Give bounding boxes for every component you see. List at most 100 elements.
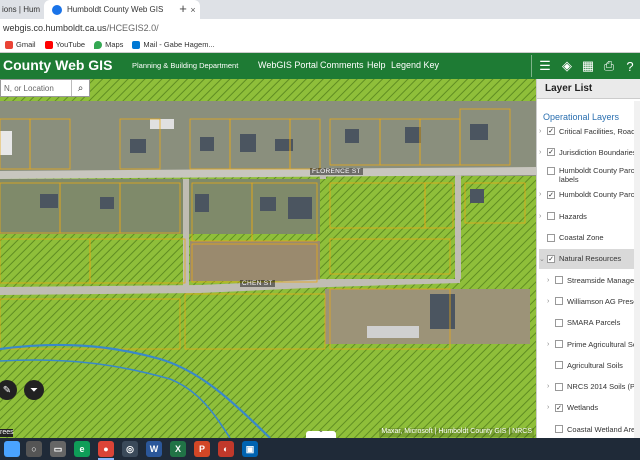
layer-item[interactable]: › ✓ Wetlands (547, 398, 640, 418)
layer-checkbox[interactable] (555, 318, 563, 327)
layer-checkbox[interactable] (555, 297, 563, 306)
nav-help[interactable]: Help (367, 60, 386, 70)
chevron-right-icon[interactable]: › (539, 191, 547, 198)
layer-checkbox[interactable] (555, 382, 563, 391)
excel-icon[interactable]: X (170, 441, 186, 457)
panel-scrollbar[interactable] (634, 101, 640, 438)
bookmark-label: Maps (105, 40, 124, 49)
chevron-right-icon[interactable]: › (539, 213, 547, 220)
start-icon[interactable] (4, 441, 20, 457)
layer-label: Hazards (559, 211, 587, 221)
layer-checkbox[interactable] (547, 212, 555, 221)
layer-label: Jurisdiction Boundaries & (559, 147, 640, 157)
url-host: webgis.co.humboldt.ca.us (3, 23, 107, 33)
youtube-icon (44, 40, 53, 49)
nav-webgis-portal[interactable]: WebGIS Portal (258, 60, 318, 70)
layer-item[interactable]: Humboldt County Parcel labels (539, 164, 640, 184)
chevron-right-icon[interactable]: › (547, 383, 555, 390)
white-roof-building (367, 326, 419, 338)
layer-label: NRCS 2014 Soils (Prop (567, 382, 640, 392)
filter-icon[interactable]: ⏷ (24, 380, 44, 400)
maps-icon (94, 40, 103, 49)
layer-item[interactable]: › Williamson AG Preserv (547, 291, 640, 311)
edge-icon[interactable]: e (74, 441, 90, 457)
windows-taskbar: ○ ▭ e ● ◎ W X P ◐ ▣ (0, 438, 640, 460)
bookmark-maps[interactable]: Maps (94, 40, 123, 49)
nav-legend-key[interactable]: Legend Key (391, 60, 439, 70)
layer-checkbox[interactable]: ✓ (547, 148, 555, 157)
map-view[interactable]: ⌕ FLORENCE ST CHEN ST ✎ ⏷ rees ⌃ Maxar, … (0, 79, 536, 438)
legend-tab[interactable]: rees (0, 429, 14, 437)
layer-item[interactable]: › ✓ Critical Facilities, Roads a (539, 121, 640, 141)
address-bar[interactable]: webgis.co.humboldt.ca.us/HCEGIS2.0/ (0, 19, 640, 37)
layer-item[interactable]: Agricultural Soils (547, 355, 640, 375)
layer-checkbox[interactable]: ✓ (547, 127, 555, 135)
bookmark-youtube[interactable]: YouTube (44, 40, 85, 49)
chevron-right-icon[interactable]: › (547, 298, 555, 305)
cross-street-west (183, 179, 189, 289)
search-input[interactable] (1, 80, 71, 96)
layer-item[interactable]: › ✓ Jurisdiction Boundaries & (539, 142, 640, 162)
layer-item[interactable]: › Prime Agricultural Soils (547, 334, 640, 354)
department-label: Planning & Building Department (132, 61, 239, 70)
layer-checkbox[interactable] (547, 166, 555, 175)
list-icon[interactable]: ☰ (535, 56, 555, 76)
url-path: /HCEGIS2.0/ (106, 23, 159, 33)
grid-icon[interactable]: ▦ (578, 56, 598, 76)
wetland-parcel-east (320, 179, 455, 279)
layer-item[interactable]: › Streamside Manageme (547, 270, 640, 290)
layer-label: Williamson AG Preserv (567, 296, 640, 306)
layer-item[interactable]: › Hazards (539, 206, 640, 226)
cross-street-far-east (455, 175, 461, 279)
layer-checkbox[interactable] (555, 276, 563, 285)
layer-checkbox[interactable] (555, 340, 563, 348)
bookmark-gmail[interactable]: Gmail (5, 40, 36, 49)
chevron-right-icon[interactable]: ⌄ (539, 255, 547, 263)
tab-label: Humboldt County Web GIS (67, 5, 164, 14)
layer-item[interactable]: Coastal Wetland Areas (547, 419, 640, 438)
powerpoint-icon[interactable]: P (194, 441, 210, 457)
layer-checkbox[interactable]: ✓ (547, 190, 555, 199)
bookmark-label: Gmail (16, 40, 36, 49)
chrome-icon[interactable]: ● (98, 441, 114, 457)
outlook-icon (132, 40, 141, 49)
chevron-right-icon[interactable]: › (539, 128, 547, 135)
bare-lot (190, 241, 320, 281)
new-tab-button[interactable]: + (176, 2, 190, 16)
browser-tab-other[interactable]: ions | Hum (0, 0, 44, 19)
bookmark-mail[interactable]: Mail - Gabe Hagem... (132, 40, 215, 49)
layer-item[interactable]: ⌄ ✓ Natural Resources (539, 248, 640, 269)
aerial-imagery (0, 79, 536, 438)
word-icon[interactable]: W (146, 441, 162, 457)
bookmark-label: Mail - Gabe Hagem... (143, 40, 215, 49)
photos-icon[interactable]: ▣ (242, 441, 258, 457)
search-icon[interactable]: ⌕ (71, 80, 89, 96)
layer-item[interactable]: Coastal Zone (539, 228, 640, 248)
help-icon[interactable]: ? (620, 56, 640, 76)
layer-checkbox[interactable] (547, 233, 555, 242)
layer-item[interactable]: › NRCS 2014 Soils (Prop (547, 377, 640, 397)
task-view-icon[interactable]: ▭ (50, 441, 66, 457)
nav-comments[interactable]: Comments (320, 60, 364, 70)
collapse-panel-button[interactable]: ⌃ (306, 431, 336, 438)
field-south (325, 289, 530, 344)
layer-checkbox[interactable]: ✓ (555, 403, 563, 412)
layer-item[interactable]: SMARA Parcels (547, 313, 640, 333)
panel-title: Layer List (537, 79, 640, 99)
layers-icon[interactable]: ◈ (557, 56, 577, 76)
layer-checkbox[interactable] (555, 361, 563, 370)
search-taskbar-icon[interactable]: ○ (26, 441, 42, 457)
layer-item[interactable]: › ✓ Humboldt County Parcel (539, 185, 640, 205)
chevron-right-icon[interactable]: › (547, 341, 555, 348)
steam-icon[interactable]: ◎ (122, 441, 138, 457)
chevron-right-icon[interactable]: › (539, 149, 547, 156)
print-icon[interactable]: ⎙ (599, 56, 619, 76)
vpn-icon[interactable]: ◐ (218, 441, 234, 457)
layer-checkbox[interactable] (555, 425, 563, 434)
layer-label: SMARA Parcels (567, 318, 621, 328)
chevron-right-icon[interactable]: › (547, 277, 555, 284)
layer-checkbox[interactable]: ✓ (547, 254, 555, 263)
layer-list-panel: Layer List Operational Layers › ✓ Critical… (536, 79, 640, 438)
gmail-icon (5, 40, 13, 49)
chevron-right-icon[interactable]: › (547, 404, 555, 411)
